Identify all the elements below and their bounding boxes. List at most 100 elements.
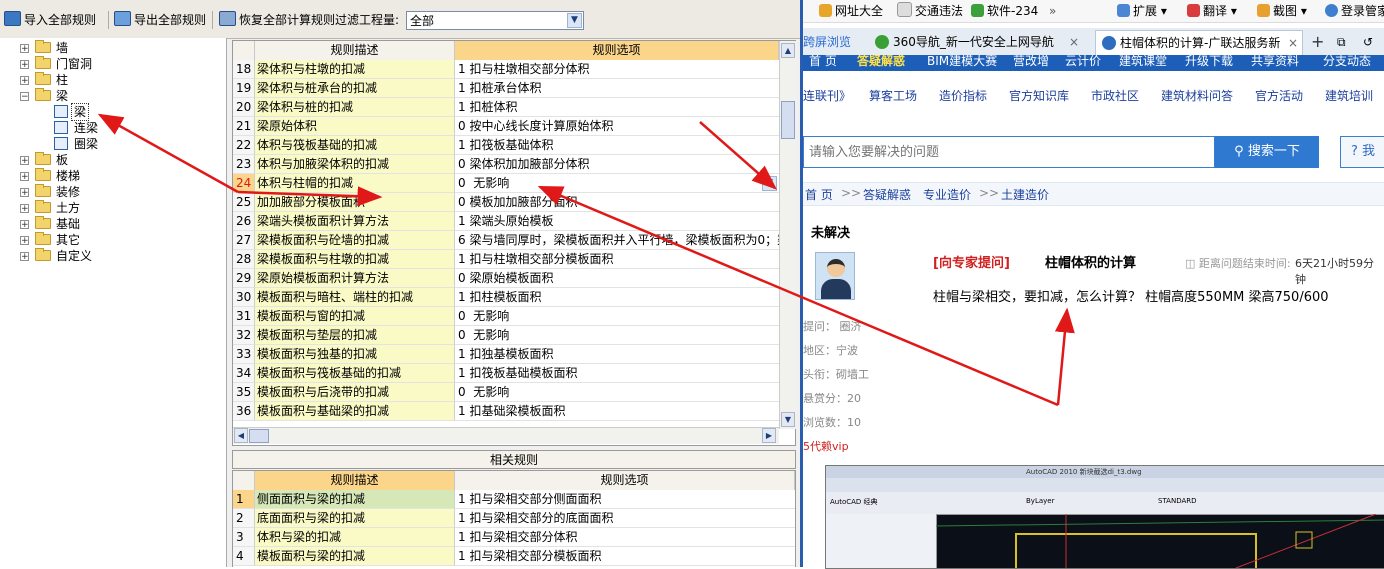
site-nav-cloud[interactable]: 云计价 xyxy=(1065,55,1101,69)
expand-icon[interactable]: + xyxy=(20,156,29,166)
sub-nav-item[interactable]: 算客工场 xyxy=(869,87,917,104)
rule-option-cell[interactable]: 0 模板加加腋部分面积 xyxy=(455,193,779,212)
tree-node-wall[interactable]: + 墙 xyxy=(0,40,220,56)
rule-option-cell[interactable]: 1 扣筏板基础模板面积 xyxy=(455,364,779,383)
extensions-button[interactable]: 扩展 ▾ xyxy=(1117,2,1167,20)
scroll-thumb[interactable] xyxy=(249,429,269,443)
table-row[interactable]: 27 梁模板面积与砼墙的扣减 6 梁与墙同厚时，梁模板面积并入平行墙，梁模板面积为0… xyxy=(233,231,779,250)
rule-option-cell[interactable]: 6 梁与墙同厚时，梁模板面积并入平行墙，梁模板面积为0；梁 xyxy=(455,231,779,250)
table-row[interactable]: 21 梁原始体积 0 按中心线长度计算原始体积 xyxy=(233,117,779,136)
breadcrumb-item[interactable]: 专业造价 xyxy=(923,186,971,203)
tree-node-door-window[interactable]: + 门窗洞 xyxy=(0,56,220,72)
rule-option-cell[interactable]: 0 梁体积加加腋部分体积 xyxy=(455,155,779,174)
rule-option-cell[interactable]: 0 无影响 ▼ xyxy=(455,174,779,193)
site-nav-branch[interactable]: 分支动态 xyxy=(1323,55,1371,69)
rule-option-cell[interactable]: 1 扣独基模板面积 xyxy=(455,345,779,364)
chevron-down-icon[interactable]: ▼ xyxy=(762,176,777,191)
asker-meta[interactable]: 提问： 圈济 xyxy=(803,318,862,334)
avatar[interactable] xyxy=(815,252,855,300)
expand-icon[interactable]: + xyxy=(20,172,29,182)
rule-option-cell[interactable]: 1 扣与梁相交部分的底面面积 xyxy=(455,509,795,528)
vertical-scrollbar[interactable]: ▲ ▼ xyxy=(779,41,796,429)
rule-option-cell[interactable]: 0 无影响 xyxy=(455,326,779,345)
rule-option-cell[interactable]: 0 按中心线长度计算原始体积 xyxy=(455,117,779,136)
tree-node-slab[interactable]: + 板 xyxy=(0,152,220,168)
tab-360-nav[interactable]: 360导航_新一代安全上网导航 × xyxy=(875,30,1089,54)
sub-nav-item[interactable]: 造价指标 xyxy=(939,87,987,104)
tree-node-column[interactable]: + 柱 xyxy=(0,72,220,88)
scroll-right-icon[interactable]: ▶ xyxy=(762,428,776,443)
rule-option-cell[interactable]: 1 扣桩体积 xyxy=(455,98,779,117)
translate-button[interactable]: 翻译 ▾ xyxy=(1187,2,1237,20)
sub-nav-item[interactable]: 官方知识库 xyxy=(1009,87,1069,104)
search-button[interactable]: ⚲ 搜索一下 xyxy=(1215,136,1319,168)
rule-option-cell[interactable]: 0 无影响 xyxy=(455,307,779,326)
rule-option-cell[interactable]: 1 扣基础梁模板面积 xyxy=(455,402,779,421)
chevron-down-icon[interactable]: ▼ xyxy=(567,13,582,28)
site-nav-download[interactable]: 升级下载 xyxy=(1185,55,1233,69)
tab-list-icon[interactable]: ⧉ xyxy=(1337,30,1355,54)
export-all-rules-button[interactable]: 导出全部规则 xyxy=(114,10,206,30)
rule-option-header[interactable]: 规则选项 xyxy=(455,471,795,490)
rule-option-cell[interactable]: 0 梁原始模板面积 xyxy=(455,269,779,288)
table-row[interactable]: 33 模板面积与独基的扣减 1 扣独基模板面积 xyxy=(233,345,779,364)
rule-option-cell[interactable]: 1 扣与梁相交部分模板面积 xyxy=(455,547,795,566)
screenshot-button[interactable]: 截图 ▾ xyxy=(1257,2,1307,20)
table-row[interactable]: 20 梁体积与桩的扣减 1 扣桩体积 xyxy=(233,98,779,117)
restore-all-rules-button[interactable]: 恢复全部计算规则 xyxy=(219,10,335,30)
table-row[interactable]: 24 体积与柱帽的扣减 0 无影响 ▼ xyxy=(233,174,779,193)
login-manager-button[interactable]: 登录管家 xyxy=(1325,2,1384,20)
ask-expert-link[interactable]: [向专家提问] xyxy=(933,252,1010,271)
expand-icon[interactable]: + xyxy=(20,252,29,262)
rule-option-header[interactable]: 规则选项 xyxy=(455,41,779,60)
table-row[interactable]: 32 模板面积与垫层的扣减 0 无影响 xyxy=(233,326,779,345)
site-nav-vat[interactable]: 营改增 xyxy=(1013,55,1049,69)
table-row[interactable]: 1 侧面面积与梁的扣减 1 扣与梁相交部分侧面面积 xyxy=(233,490,795,509)
rule-option-cell[interactable]: 1 扣桩承台体积 xyxy=(455,79,779,98)
close-icon[interactable]: × xyxy=(1069,30,1079,54)
scroll-left-icon[interactable]: ◀ xyxy=(234,428,248,443)
import-all-rules-button[interactable]: 导入全部规则 xyxy=(4,10,96,30)
table-row[interactable]: 18 梁体积与柱墩的扣减 1 扣与柱墩相交部分体积 xyxy=(233,60,779,79)
table-row[interactable]: 25 加加腋部分模板面积 0 模板加加腋部分面积 xyxy=(233,193,779,212)
expand-icon[interactable]: + xyxy=(20,236,29,246)
rule-option-cell[interactable]: 1 扣与梁相交部分侧面面积 xyxy=(455,490,795,509)
sub-nav-item[interactable]: 市政社区 xyxy=(1091,87,1139,104)
rule-option-cell[interactable]: 0 无影响 xyxy=(455,383,779,402)
sub-nav-item[interactable]: 建筑培训 xyxy=(1325,87,1373,104)
table-row[interactable]: 23 体积与加腋梁体积的扣减 0 梁体积加加腋部分体积 xyxy=(233,155,779,174)
expand-icon[interactable]: + xyxy=(20,204,29,214)
bookmark-item[interactable]: 交通违法 xyxy=(897,2,963,20)
undo-close-icon[interactable]: ↺ xyxy=(1363,30,1381,54)
sub-nav-item[interactable]: 建筑材料问答 xyxy=(1161,87,1233,104)
tab-active-question[interactable]: 柱帽体积的计算-广联达服务新 × xyxy=(1095,30,1303,55)
tree-node-beam[interactable]: 梁 xyxy=(0,103,220,121)
rule-option-cell[interactable]: 1 梁端头原始模板 xyxy=(455,212,779,231)
sub-nav-item[interactable]: 官方活动 xyxy=(1255,87,1303,104)
rule-option-cell[interactable]: 1 扣与梁相交部分体积 xyxy=(455,528,795,547)
tree-node-earthwork[interactable]: + 土方 xyxy=(0,200,220,216)
new-tab-button[interactable]: + xyxy=(1311,30,1327,54)
breadcrumb-item[interactable]: 答疑解惑 xyxy=(863,186,911,203)
site-nav-share[interactable]: 共享资料 xyxy=(1251,55,1299,69)
tree-node-stair[interactable]: + 楼梯 xyxy=(0,168,220,184)
tab-cross-screen[interactable]: 跨屏浏览 xyxy=(803,30,865,54)
table-row[interactable]: 26 梁端头模板面积计算方法 1 梁端头原始模板 xyxy=(233,212,779,231)
bookmark-more-icon[interactable]: » xyxy=(1049,2,1056,20)
rule-option-cell[interactable]: 1 扣与柱墩相交部分模板面积 xyxy=(455,250,779,269)
tree-node-custom[interactable]: + 自定义 xyxy=(0,248,220,264)
site-nav-class[interactable]: 建筑课堂 xyxy=(1119,55,1167,69)
scroll-down-icon[interactable]: ▼ xyxy=(781,412,795,427)
rule-option-cell[interactable]: 1 扣与柱墩相交部分体积 xyxy=(455,60,779,79)
tree-node-other[interactable]: + 其它 xyxy=(0,232,220,248)
rule-option-cell[interactable]: 1 扣柱模板面积 xyxy=(455,288,779,307)
bookmark-item[interactable]: 网址大全 xyxy=(819,2,883,20)
table-row[interactable]: 22 体积与筏板基础的扣减 1 扣筏板基础体积 xyxy=(233,136,779,155)
search-input[interactable] xyxy=(807,144,1211,161)
expand-icon[interactable]: + xyxy=(20,76,29,86)
site-nav-home[interactable]: 首 页 xyxy=(809,55,837,69)
collapse-icon[interactable]: − xyxy=(20,92,29,102)
sub-nav-item[interactable]: 连联刊》 xyxy=(803,87,851,104)
tree-node-ring-beam[interactable]: 圈梁 xyxy=(0,136,220,152)
scroll-thumb[interactable] xyxy=(781,101,795,139)
